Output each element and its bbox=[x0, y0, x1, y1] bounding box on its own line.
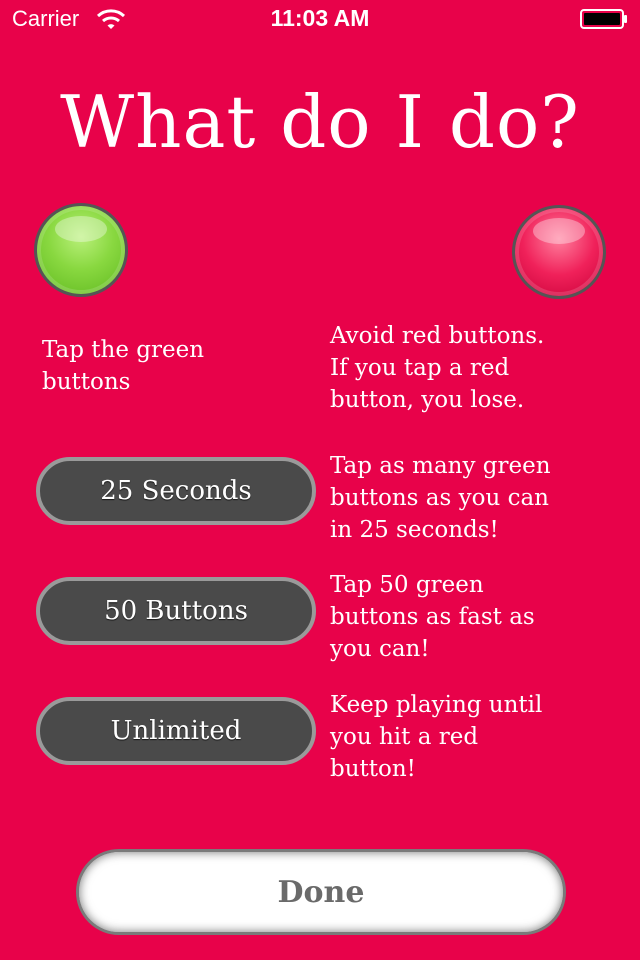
page-title: What do I do? bbox=[60, 80, 580, 164]
battery-icon bbox=[580, 9, 628, 29]
done-button[interactable]: Done bbox=[76, 849, 566, 935]
mode-unlimited-button[interactable]: Unlimited bbox=[36, 697, 316, 765]
status-time: 11:03 AM bbox=[270, 5, 370, 31]
mode-50-buttons-label: 50 Buttons bbox=[104, 596, 248, 626]
mode-50-buttons-description: Tap 50 green buttons as fast as you can! bbox=[330, 572, 535, 662]
mode-unlimited-description: Keep playing until you hit a red button! bbox=[330, 692, 543, 782]
mode-50-buttons-button[interactable]: 50 Buttons bbox=[36, 577, 316, 645]
status-bar: Carrier 11:03 AM bbox=[0, 0, 640, 40]
mode-unlimited-label: Unlimited bbox=[110, 716, 242, 746]
green-instruction: Tap the green buttons bbox=[42, 337, 205, 395]
mode-25-seconds-label: 25 Seconds bbox=[100, 476, 252, 506]
done-label: Done bbox=[277, 874, 365, 910]
red-orb-icon bbox=[512, 205, 606, 299]
green-orb-icon bbox=[34, 203, 128, 297]
mode-25-seconds-button[interactable]: 25 Seconds bbox=[36, 457, 316, 525]
red-instruction: Avoid red buttons. If you tap a red butt… bbox=[330, 323, 545, 413]
mode-25-seconds-description: Tap as many green buttons as you can in … bbox=[330, 453, 551, 543]
